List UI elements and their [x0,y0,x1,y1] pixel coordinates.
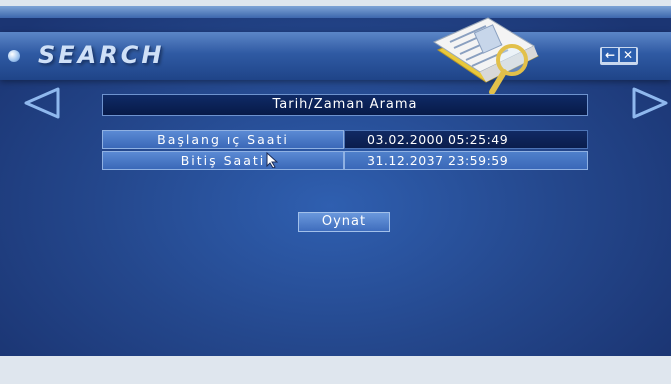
mouse-pointer-icon [266,152,278,168]
window-controls: ← ✕ [600,47,638,65]
top-strip [0,6,671,18]
right-arrow-icon[interactable] [630,86,670,120]
bullet-dot-icon [8,50,20,62]
start-time-value[interactable]: 03.02.2000 05:25:49 [344,130,588,149]
start-time-label[interactable]: Başlang ıç Saati [102,130,344,149]
left-arrow-icon[interactable] [22,86,62,120]
back-button[interactable]: ← [602,48,618,62]
header-bar: SEARCH [0,32,671,80]
screen: SEARCH ← ✕ Tarih/Zaman Arama Başlang ıç … [0,6,671,356]
document-magnifier-icon [432,17,540,95]
close-button[interactable]: ✕ [620,48,636,62]
end-time-value[interactable]: 31.12.2037 23:59:59 [344,151,588,170]
panel-title: Tarih/Zaman Arama [102,94,588,116]
page-title: SEARCH [38,41,165,69]
end-time-label[interactable]: Bitiş Saati [102,151,344,170]
play-button[interactable]: Oynat [298,212,390,232]
